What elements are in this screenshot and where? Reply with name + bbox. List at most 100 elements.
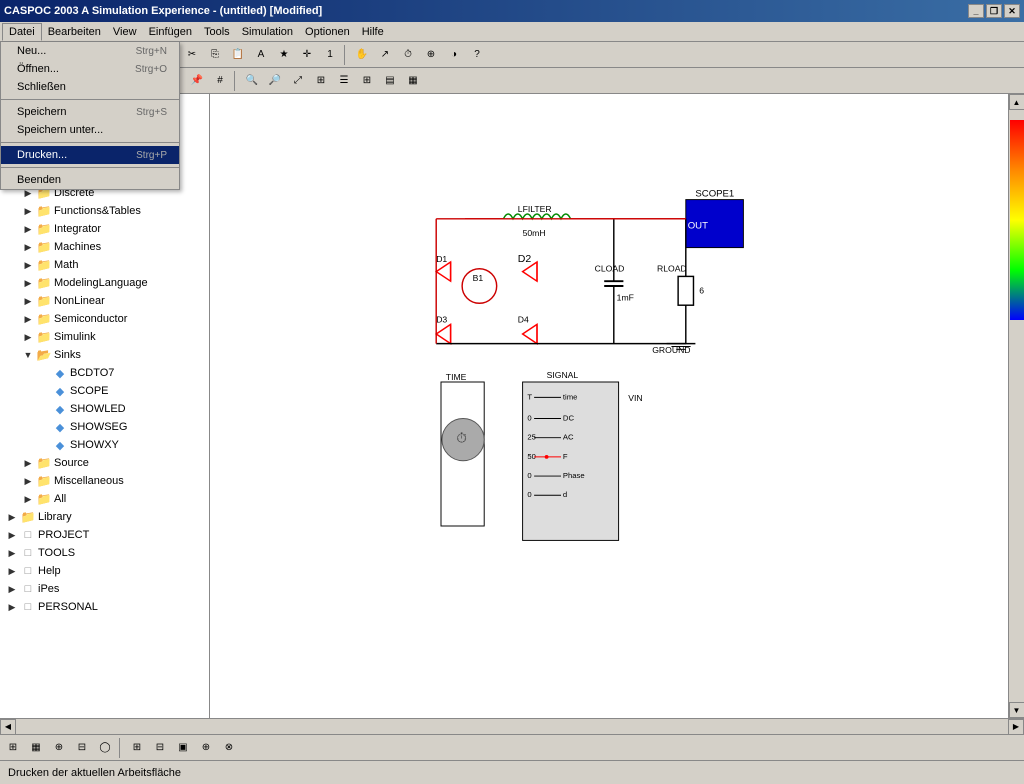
right-scrollbar[interactable]: ▲ ▼ <box>1008 94 1024 718</box>
expand-icon[interactable]: ▶ <box>20 221 36 237</box>
expand-icon[interactable]: ▶ <box>20 293 36 309</box>
expand-icon[interactable]: ▶ <box>20 275 36 291</box>
expand-icon[interactable]: ▶ <box>20 257 36 273</box>
tree-miscellaneous[interactable]: ▶ 📁 Miscellaneous <box>0 472 209 490</box>
bt-10[interactable]: ⊗ <box>218 737 240 759</box>
bt-4[interactable]: ⊟ <box>71 737 93 759</box>
scroll-track[interactable] <box>1010 110 1024 702</box>
expand-icon[interactable]: ▶ <box>4 509 20 525</box>
target-btn[interactable]: ⊕ <box>420 44 442 66</box>
menu-neu[interactable]: Neu... Strg+N <box>1 42 179 60</box>
tree-modeling[interactable]: ▶ 📁 ModelingLanguage <box>0 274 209 292</box>
canvas-area[interactable]: SCOPE1 OUT LFILTER 50mH D1 D2 B1 D3 D4 <box>210 94 1008 718</box>
expand-icon[interactable]: ▼ <box>20 347 36 363</box>
menu-einfuegen[interactable]: Einfügen <box>143 24 198 40</box>
scroll-up-btn[interactable]: ▲ <box>1009 94 1024 110</box>
tree-bcdto7[interactable]: ◆ BCDTO7 <box>0 364 209 382</box>
clock-btn[interactable]: ⏱ <box>397 44 419 66</box>
menu-speichern-unter[interactable]: Speichern unter... <box>1 121 179 139</box>
arrow-btn[interactable]: ↗ <box>374 44 396 66</box>
tb2-zoomfit[interactable]: ⤢ <box>287 70 309 92</box>
tree-integrator[interactable]: ▶ 📁 Integrator <box>0 220 209 238</box>
bt-9[interactable]: ⊕ <box>195 737 217 759</box>
expand-icon[interactable]: ▶ <box>4 599 20 615</box>
tb2-num[interactable]: # <box>209 70 231 92</box>
expand-icon[interactable]: ▶ <box>4 581 20 597</box>
tree-scope[interactable]: ◆ SCOPE <box>0 382 209 400</box>
tree-math[interactable]: ▶ 📁 Math <box>0 256 209 274</box>
menu-speichern[interactable]: Speichern Strg+S <box>1 103 179 121</box>
tree-showxy[interactable]: ◆ SHOWXY <box>0 436 209 454</box>
tree-tools[interactable]: ▶ □ TOOLS <box>0 544 209 562</box>
paste-btn[interactable]: 📋 <box>227 44 249 66</box>
tree-ipes[interactable]: ▶ □ iPes <box>0 580 209 598</box>
expand-icon[interactable]: ▶ <box>20 239 36 255</box>
tb2-6[interactable]: ⊞ <box>356 70 378 92</box>
tb2-pin[interactable]: 📌 <box>186 70 208 92</box>
menu-hilfe[interactable]: Hilfe <box>356 24 390 40</box>
tb2-grid[interactable]: ⊞ <box>310 70 332 92</box>
tree-nonlinear[interactable]: ▶ 📁 NonLinear <box>0 292 209 310</box>
bt-3[interactable]: ⊕ <box>48 737 70 759</box>
bt-8[interactable]: ▣ <box>172 737 194 759</box>
q-btn[interactable]: ? <box>466 44 488 66</box>
tree-showseg[interactable]: ◆ SHOWSEG <box>0 418 209 436</box>
menu-bearbeiten[interactable]: Bearbeiten <box>42 24 107 40</box>
tb2-zoom-out[interactable]: 🔎 <box>264 70 286 92</box>
minimize-button[interactable]: _ <box>968 4 984 18</box>
tree-project[interactable]: ▶ □ PROJECT <box>0 526 209 544</box>
tree-machines[interactable]: ▶ 📁 Machines <box>0 238 209 256</box>
menu-beenden[interactable]: Beenden <box>1 171 179 189</box>
tree-sinks[interactable]: ▼ 📂 Sinks <box>0 346 209 364</box>
cross-btn[interactable]: ✛ <box>296 44 318 66</box>
hand-btn[interactable]: ✋ <box>351 44 373 66</box>
bt-7[interactable]: ⊟ <box>149 737 171 759</box>
menu-tools[interactable]: Tools <box>198 24 236 40</box>
expand-icon[interactable]: ▶ <box>20 203 36 219</box>
expand-icon[interactable]: ▶ <box>20 311 36 327</box>
cut-btn[interactable]: ✂ <box>181 44 203 66</box>
bt-5[interactable]: ◯ <box>94 737 116 759</box>
tree-all[interactable]: ▶ 📁 All <box>0 490 209 508</box>
tree-library[interactable]: ▶ 📁 Library <box>0 508 209 526</box>
tree-personal[interactable]: ▶ □ PERSONAL <box>0 598 209 616</box>
scroll-down-btn[interactable]: ▼ <box>1009 702 1024 718</box>
menu-datei[interactable]: Datei <box>2 23 42 41</box>
scroll-right-btn[interactable]: ▶ <box>1008 719 1024 735</box>
text-btn[interactable]: A <box>250 44 272 66</box>
menu-drucken[interactable]: Drucken... Strg+P <box>1 146 179 164</box>
menu-simulation[interactable]: Simulation <box>236 24 299 40</box>
tree-functions[interactable]: ▶ 📁 Functions&Tables <box>0 202 209 220</box>
tb2-7[interactable]: ▤ <box>379 70 401 92</box>
tree-showled[interactable]: ◆ SHOWLED <box>0 400 209 418</box>
restore-button[interactable]: ❐ <box>986 4 1002 18</box>
expand-icon[interactable]: ▶ <box>4 527 20 543</box>
h-scroll-track[interactable] <box>16 721 1008 733</box>
bt-1[interactable]: ⊞ <box>2 737 24 759</box>
tb2-5[interactable]: ☰ <box>333 70 355 92</box>
menu-schliessen[interactable]: Schließen <box>1 78 179 96</box>
tb2-8[interactable]: ▦ <box>402 70 424 92</box>
menu-optionen[interactable]: Optionen <box>299 24 356 40</box>
menu-view[interactable]: View <box>107 24 143 40</box>
expand-icon[interactable]: ▶ <box>20 329 36 345</box>
tree-semiconductor[interactable]: ▶ 📁 Semiconductor <box>0 310 209 328</box>
scroll-left-btn[interactable]: ◀ <box>0 719 16 735</box>
copy-btn[interactable]: ⎘ <box>204 44 226 66</box>
expand-icon[interactable]: ▶ <box>4 563 20 579</box>
num-btn[interactable]: 1 <box>319 44 341 66</box>
marker-btn[interactable]: ★ <box>273 44 295 66</box>
pie-btn[interactable]: ◑ <box>443 44 465 66</box>
expand-icon[interactable]: ▶ <box>20 455 36 471</box>
bt-6[interactable]: ⊞ <box>126 737 148 759</box>
tb2-zoom-in[interactable]: 🔍 <box>241 70 263 92</box>
expand-icon[interactable]: ▶ <box>20 491 36 507</box>
tree-help[interactable]: ▶ □ Help <box>0 562 209 580</box>
menu-oeffnen[interactable]: Öffnen... Strg+O <box>1 60 179 78</box>
expand-icon[interactable]: ▶ <box>4 545 20 561</box>
tree-source[interactable]: ▶ 📁 Source <box>0 454 209 472</box>
bt-2[interactable]: ▦ <box>25 737 47 759</box>
close-button[interactable]: ✕ <box>1004 4 1020 18</box>
expand-icon[interactable]: ▶ <box>20 473 36 489</box>
tree-simulink[interactable]: ▶ 📁 Simulink <box>0 328 209 346</box>
